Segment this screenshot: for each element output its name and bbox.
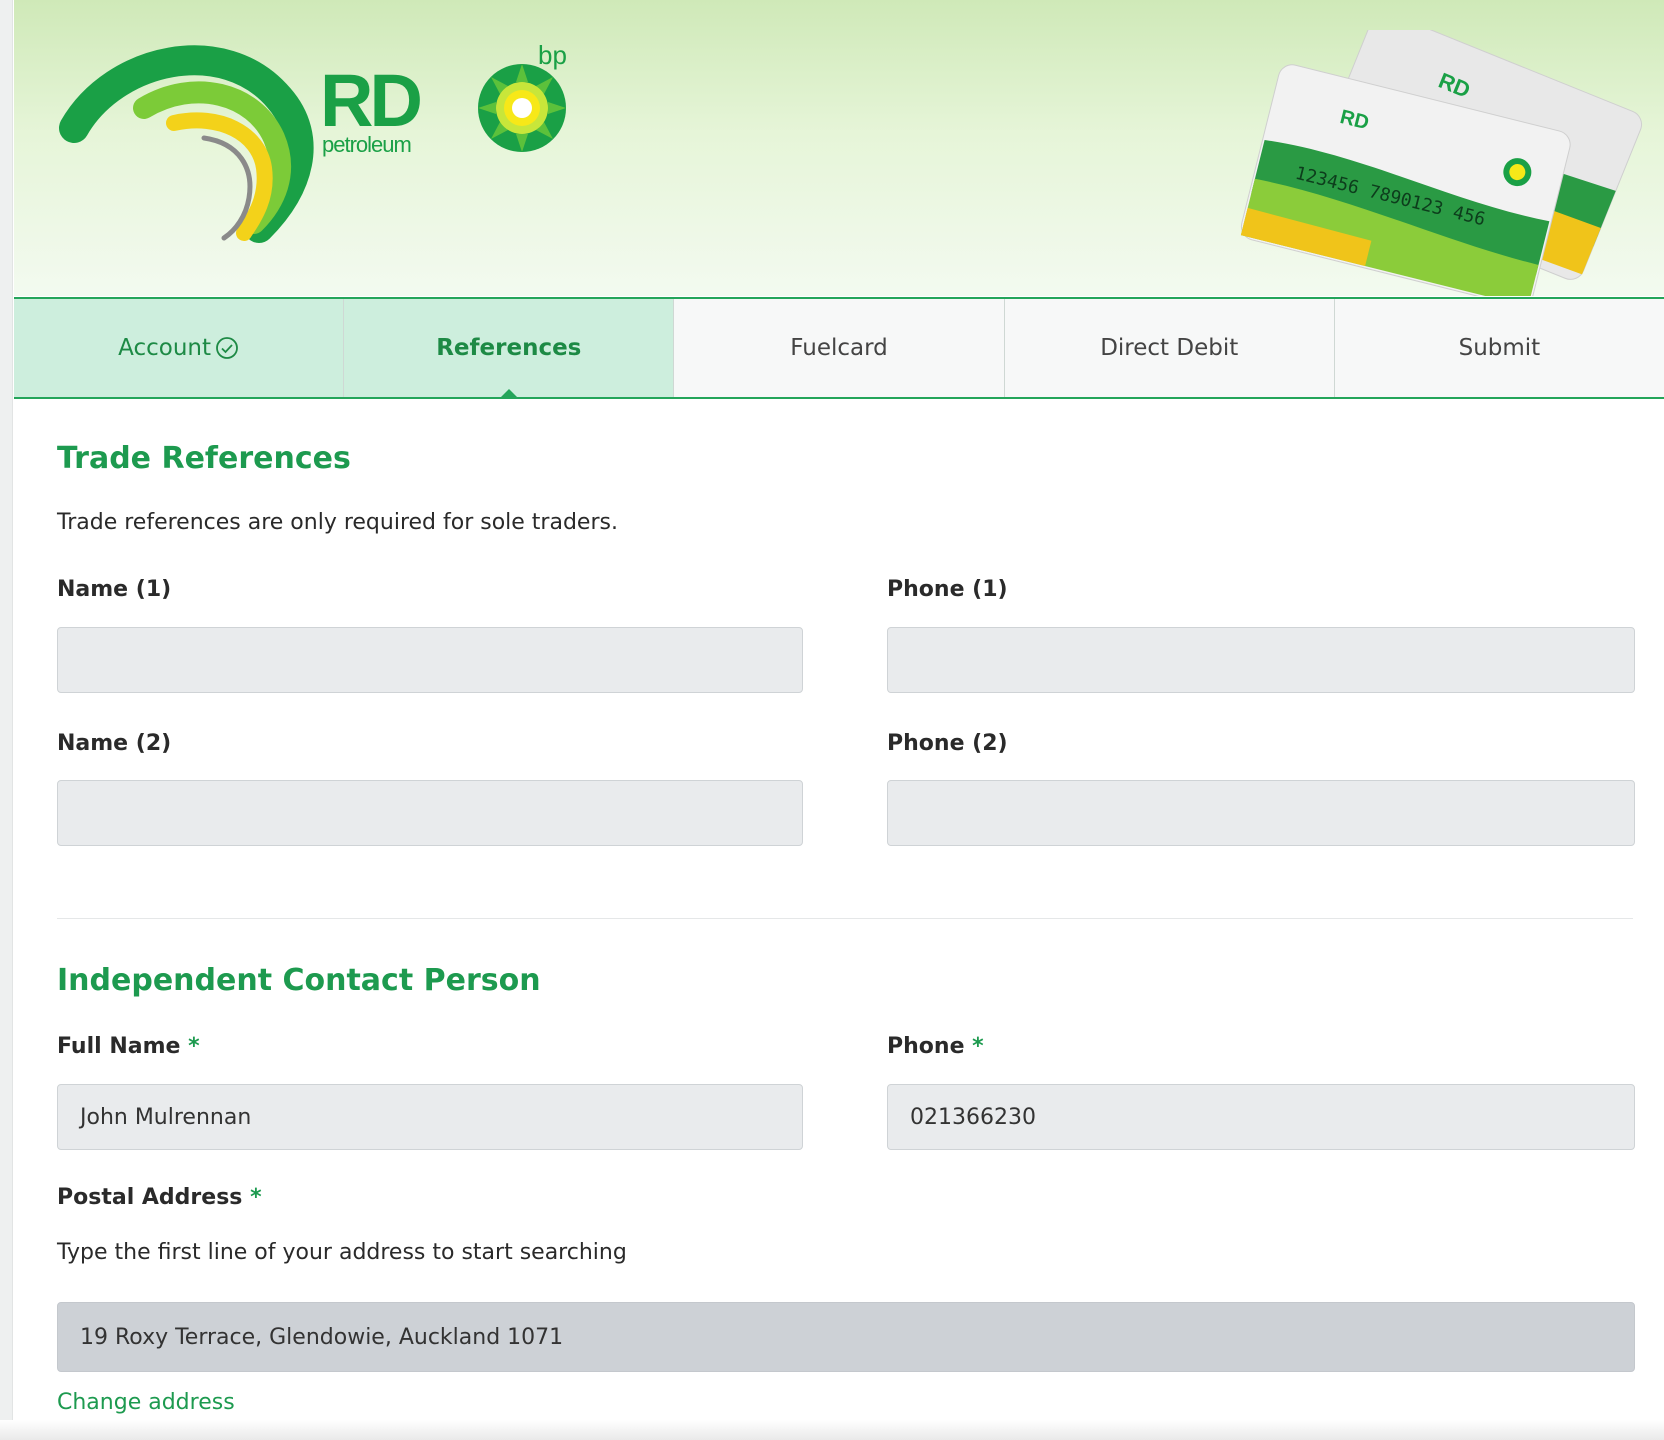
tab-submit-label: Submit bbox=[1458, 335, 1541, 361]
tab-references-label: References bbox=[436, 335, 582, 361]
change-address-link[interactable]: Change address bbox=[57, 1390, 235, 1415]
tab-fuelcard[interactable]: Fuelcard bbox=[674, 299, 1005, 397]
check-circle-icon bbox=[216, 337, 238, 359]
phone-input[interactable]: 021366230 bbox=[887, 1084, 1635, 1150]
postal-address-label: Postal Address * bbox=[57, 1185, 262, 1210]
required-mark: * bbox=[188, 1034, 200, 1059]
bottom-shadow bbox=[0, 1420, 1664, 1440]
name2-input[interactable] bbox=[57, 780, 803, 846]
independent-contact-title: Independent Contact Person bbox=[57, 963, 541, 998]
left-border bbox=[0, 0, 13, 1440]
postal-address-input[interactable]: 19 Roxy Terrace, Glendowie, Auckland 107… bbox=[57, 1302, 1635, 1372]
rd-wordmark: RD bbox=[320, 59, 423, 142]
petroleum-wordmark: petroleum bbox=[322, 132, 412, 157]
full-name-label: Full Name * bbox=[57, 1034, 200, 1059]
phone2-label: Phone (2) bbox=[887, 731, 1008, 756]
phone-label-text: Phone bbox=[887, 1034, 965, 1059]
tab-account-label: Account bbox=[118, 335, 212, 361]
full-name-label-text: Full Name bbox=[57, 1034, 181, 1059]
bp-wordmark: bp bbox=[538, 40, 567, 70]
tab-direct-debit[interactable]: Direct Debit bbox=[1005, 299, 1335, 397]
postal-address-help: Type the first line of your address to s… bbox=[57, 1240, 627, 1265]
phone1-label: Phone (1) bbox=[887, 577, 1008, 602]
rd-swoosh-logo bbox=[59, 45, 314, 243]
name1-label: Name (1) bbox=[57, 577, 172, 602]
page: RD petroleum bp RD RD 123456 7890123 456… bbox=[0, 0, 1664, 1440]
name1-input[interactable] bbox=[57, 627, 803, 693]
header-banner: RD petroleum bp RD RD 123456 7890123 456 bbox=[14, 0, 1664, 296]
fuelcards-illustration: RD RD 123456 7890123 456 bbox=[1240, 30, 1643, 296]
tab-references[interactable]: References bbox=[344, 299, 675, 397]
phone2-input[interactable] bbox=[887, 780, 1635, 846]
phone1-input[interactable] bbox=[887, 627, 1635, 693]
full-name-input[interactable]: John Mulrennan bbox=[57, 1084, 803, 1150]
trade-references-title: Trade References bbox=[57, 441, 351, 476]
tab-direct-debit-label: Direct Debit bbox=[1100, 335, 1239, 361]
required-mark: * bbox=[972, 1034, 984, 1059]
tab-account[interactable]: Account bbox=[14, 299, 345, 397]
tab-submit[interactable]: Submit bbox=[1335, 299, 1664, 397]
required-mark: * bbox=[250, 1185, 262, 1210]
tab-fuelcard-label: Fuelcard bbox=[790, 335, 888, 361]
wizard-tabs: Account References Fuelcard Direct Debit… bbox=[14, 297, 1664, 399]
postal-address-label-text: Postal Address bbox=[57, 1185, 243, 1210]
phone-label: Phone * bbox=[887, 1034, 984, 1059]
section-divider bbox=[57, 918, 1633, 919]
name2-label: Name (2) bbox=[57, 731, 172, 756]
trade-references-help: Trade references are only required for s… bbox=[57, 510, 618, 535]
